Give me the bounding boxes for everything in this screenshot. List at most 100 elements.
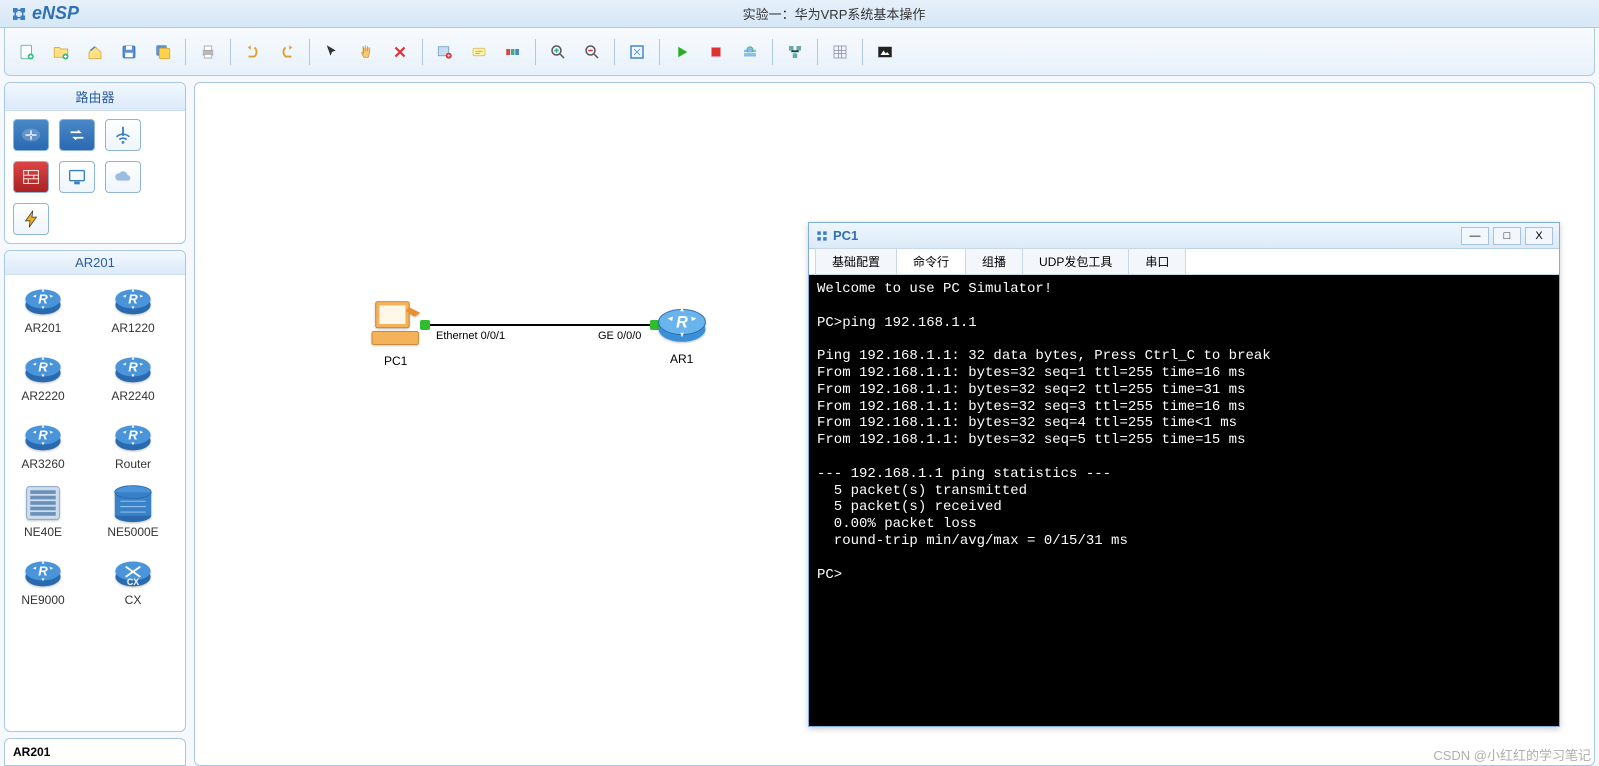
capture-button[interactable] [736, 38, 764, 66]
theme-button[interactable] [871, 38, 899, 66]
router-node-label: AR1 [670, 352, 693, 366]
device-icon [111, 483, 155, 523]
topology-list-button[interactable] [781, 38, 809, 66]
interface-label-right: GE 0/0/0 [598, 330, 641, 342]
terminal-tab-2[interactable]: 组播 [965, 248, 1023, 274]
select-tool-button[interactable] [318, 38, 346, 66]
device-label: AR1220 [111, 321, 154, 335]
device-icon: R [21, 415, 65, 455]
topology-group: PC1 Ethernet 0/0/1 GE 0/0/0 R AR1 [370, 298, 730, 398]
close-button[interactable]: X [1525, 227, 1553, 245]
category-router[interactable] [13, 119, 49, 151]
pan-tool-button[interactable] [352, 38, 380, 66]
link-line[interactable] [424, 324, 654, 326]
note-button[interactable] [465, 38, 493, 66]
device-label: Router [115, 457, 151, 471]
device-label: AR2220 [21, 389, 64, 403]
redo-button[interactable] [273, 38, 301, 66]
open-button[interactable] [47, 38, 75, 66]
terminal-output[interactable]: Welcome to use PC Simulator! PC>ping 192… [809, 275, 1559, 726]
category-wlan[interactable] [105, 119, 141, 151]
save-button[interactable] [115, 38, 143, 66]
router-node-icon[interactable]: R [655, 298, 709, 346]
stop-button[interactable] [702, 38, 730, 66]
zoom-out-button[interactable] [578, 38, 606, 66]
svg-text:R: R [128, 427, 138, 442]
main-toolbar [4, 28, 1595, 76]
grid-button[interactable] [826, 38, 854, 66]
ensp-icon [10, 5, 28, 23]
terminal-logo: PC1 [815, 228, 858, 243]
device-icon: R [111, 347, 155, 387]
device-item-cx[interactable]: CXCX [101, 551, 165, 607]
home-button[interactable] [81, 38, 109, 66]
device-label: NE40E [24, 525, 62, 539]
fit-window-button[interactable] [623, 38, 651, 66]
device-icon: R [21, 551, 65, 591]
maximize-button[interactable]: □ [1493, 227, 1521, 245]
undo-button[interactable] [239, 38, 267, 66]
category-connection[interactable] [13, 203, 49, 235]
category-title: 路由器 [5, 83, 185, 111]
device-config-button[interactable] [431, 38, 459, 66]
zoom-in-button[interactable] [544, 38, 572, 66]
device-item-ne5000e[interactable]: NE5000E [101, 483, 165, 539]
svg-text:R: R [128, 359, 138, 374]
device-item-router[interactable]: R Router [101, 415, 165, 471]
category-pc[interactable] [59, 161, 95, 193]
print-button[interactable] [194, 38, 222, 66]
device-item-ar2240[interactable]: R AR2240 [101, 347, 165, 403]
device-category-panel: 路由器 [4, 82, 186, 244]
delete-button[interactable] [386, 38, 414, 66]
category-cloud[interactable] [105, 161, 141, 193]
device-label: NE9000 [21, 593, 64, 607]
device-icon [21, 483, 65, 523]
device-item-ar2220[interactable]: R AR2220 [11, 347, 75, 403]
terminal-tab-1[interactable]: 命令行 [896, 248, 966, 274]
device-preview-label: AR201 [4, 738, 186, 766]
app-logo: eNSP [10, 3, 79, 24]
app-name: eNSP [32, 3, 79, 24]
device-label: AR3260 [21, 457, 64, 471]
svg-text:R: R [38, 427, 48, 442]
svg-text:R: R [676, 313, 688, 331]
titlebar: eNSP 实验一：华为VRP系统基本操作 [0, 0, 1599, 28]
category-switch[interactable] [59, 119, 95, 151]
device-item-ar1220[interactable]: R AR1220 [101, 279, 165, 335]
terminal-tab-3[interactable]: UDP发包工具 [1022, 248, 1129, 274]
terminal-titlebar[interactable]: PC1 — □ X [809, 223, 1559, 249]
watermark: CSDN @小红红的学习笔记 [1433, 745, 1591, 764]
saveall-button[interactable] [149, 38, 177, 66]
device-group-title: AR201 [5, 251, 185, 275]
device-icon: R [111, 279, 155, 319]
pc-node-label: PC1 [384, 354, 407, 368]
device-label: AR2240 [111, 389, 154, 403]
document-title: 实验一：华为VRP系统基本操作 [79, 4, 1589, 23]
minimize-button[interactable]: — [1461, 227, 1489, 245]
svg-text:CX: CX [127, 577, 139, 587]
device-item-ne9000[interactable]: R NE9000 [11, 551, 75, 607]
svg-text:R: R [38, 359, 48, 374]
terminal-tab-4[interactable]: 串口 [1128, 248, 1186, 274]
terminal-tab-0[interactable]: 基础配置 [815, 248, 897, 274]
start-button[interactable] [668, 38, 696, 66]
device-icon: R [111, 415, 155, 455]
terminal-window[interactable]: PC1 — □ X 基础配置命令行组播UDP发包工具串口 Welcome to … [808, 222, 1560, 727]
device-icon: CX [111, 551, 155, 591]
device-item-ar201[interactable]: R AR201 [11, 279, 75, 335]
device-label: AR201 [25, 321, 62, 335]
pc-node-icon[interactable] [370, 298, 426, 350]
device-label: NE5000E [107, 525, 158, 539]
svg-text:R: R [128, 291, 138, 306]
new-topo-button[interactable] [13, 38, 41, 66]
device-item-ne40e[interactable]: NE40E [11, 483, 75, 539]
interface-label-left: Ethernet 0/0/1 [436, 330, 505, 342]
device-list-panel: AR201 R AR201 R AR1220 R AR2220 R AR2240 R AR3260… [4, 250, 186, 732]
palette-button[interactable] [499, 38, 527, 66]
device-item-ar3260[interactable]: R AR3260 [11, 415, 75, 471]
category-firewall[interactable] [13, 161, 49, 193]
terminal-tabstrip: 基础配置命令行组播UDP发包工具串口 [809, 249, 1559, 275]
port-indicator-left [420, 320, 430, 330]
device-icon: R [21, 279, 65, 319]
terminal-title: PC1 [833, 228, 858, 243]
